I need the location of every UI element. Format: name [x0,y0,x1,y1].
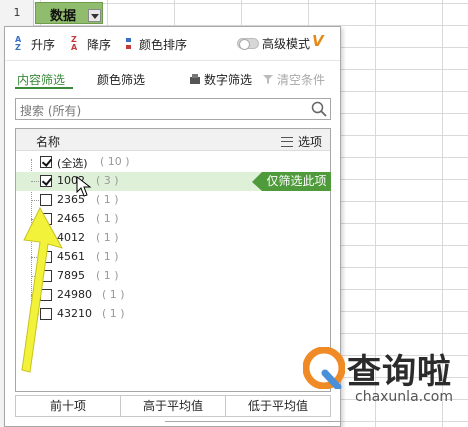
logo-url: chaxunla.com [355,389,453,405]
item-count: ( 3 ) [96,174,119,187]
number-filter-button[interactable]: 数字筛选 [189,71,252,88]
color-sort-label: 颜色排序 [139,37,188,52]
options-icon [280,136,293,147]
list-header: 名称 选项 [16,129,330,151]
top-ten-button[interactable]: 前十项 [16,396,121,416]
tab-content-filter[interactable]: 内容筛选 [17,71,65,88]
list-item[interactable]: 1002 ( 3 ) 仅筛选此项 [16,172,331,191]
search-placeholder: 搜索 (所有) [20,104,82,118]
clear-conditions-label: 清空条件 [277,73,326,87]
item-count: ( 1 ) [96,212,119,225]
search-icon[interactable] [310,100,328,118]
sort-descending-label: 降序 [87,37,112,52]
filter-dropdown-button[interactable] [88,9,101,22]
sort-descending-button[interactable]: ZA 降序 [71,35,111,53]
item-count: ( 1 ) [96,193,119,206]
name-column-header: 名称 [36,135,61,149]
item-count: ( 1 ) [102,307,125,320]
logo-q-icon [303,347,345,389]
advanced-mode-label: 高级模式 [262,37,311,51]
yellow-arrow-icon [21,206,64,373]
number-filter-label: 数字筛选 [204,73,253,87]
data-header-cell[interactable]: 数据 [35,2,103,24]
clear-filter-icon [263,75,273,84]
clear-conditions-button[interactable]: 清空条件 [262,71,325,88]
quick-filter-row: 前十项 高于平均值 低于平均值 [15,395,331,417]
sort-descending-icon: ZA [71,35,78,52]
dialog-button-edge [165,421,341,427]
tab-color-filter[interactable]: 颜色筛选 [97,71,145,88]
vip-badge-icon[interactable]: V [312,32,324,50]
color-sort-icon [125,37,137,51]
options-button[interactable]: 选项 [280,133,322,150]
only-filter-this-button[interactable]: 仅筛选此项 [252,172,331,191]
options-label: 选项 [297,135,322,149]
logo-title: 查询啦 [347,352,452,392]
active-tab-underline [15,87,73,89]
list-item[interactable]: (全选) ( 10 ) [16,153,330,172]
sort-toolbar: AZ 升序 ZA 降序 颜色排序 高级模式 V [5,27,340,61]
select-all-checkbox[interactable] [40,156,52,168]
item-checkbox[interactable] [40,175,52,187]
tree-branch [31,181,39,182]
search-input[interactable]: 搜索 (所有) [15,98,331,120]
number-filter-icon [190,74,200,84]
item-count: ( 10 ) [100,155,130,168]
item-count: ( 1 ) [96,231,119,244]
sort-ascending-icon: AZ [15,35,22,52]
sort-ascending-label: 升序 [31,37,56,52]
item-count: ( 1 ) [102,288,125,301]
header-cell-text: 数据 [50,9,77,24]
item-label: (全选) [57,157,88,170]
item-count: ( 1 ) [96,269,119,282]
item-count: ( 1 ) [96,250,119,263]
advanced-mode-toggle[interactable] [237,38,259,50]
mouse-cursor-icon [76,176,92,197]
row-number: 1 [13,6,21,19]
above-average-button[interactable]: 高于平均值 [121,396,226,416]
sort-ascending-button[interactable]: AZ 升序 [15,35,55,53]
color-sort-button[interactable]: 颜色排序 [125,35,187,53]
watermark-logo: 查询啦 chaxunla.com [303,344,468,416]
